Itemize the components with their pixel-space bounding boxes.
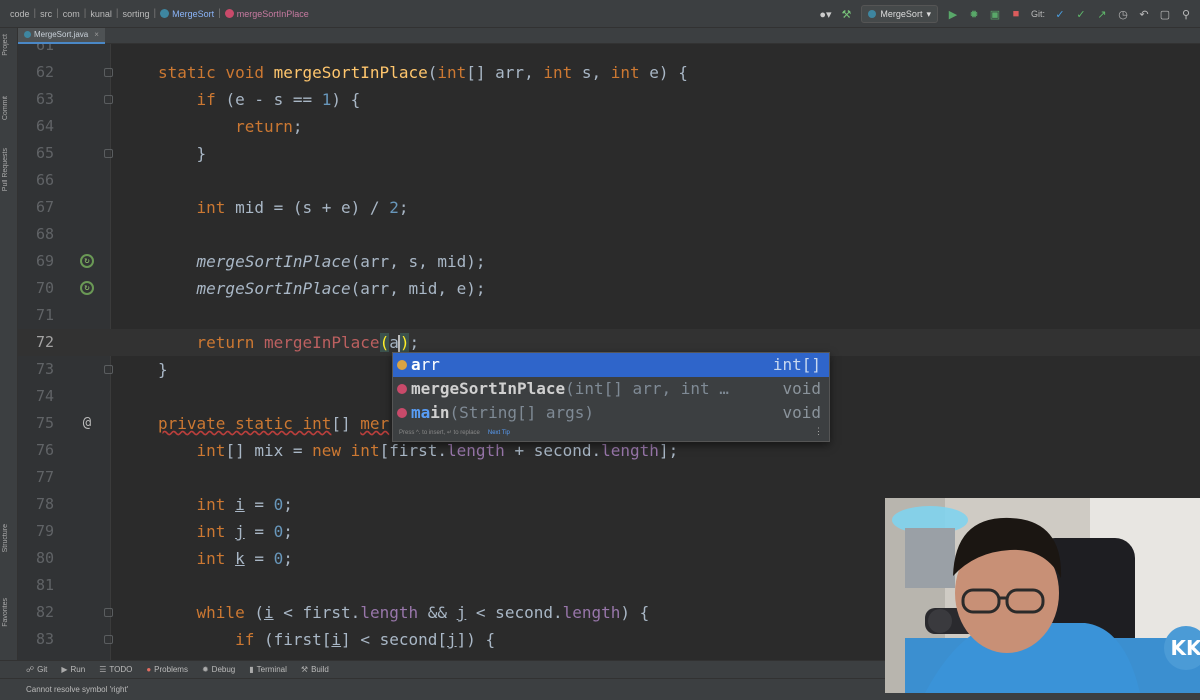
code-line: 70 ↻ mergeSortInPlace(arr, mid, e); [35, 279, 486, 298]
channel-logo: KK [1164, 626, 1200, 670]
recursive-call-icon[interactable]: ↻ [80, 254, 94, 268]
code-line: 63 if (e - s == 1) { [35, 90, 361, 109]
build-tool-button[interactable]: ⚒ Build [301, 665, 329, 674]
recursive-call-icon[interactable]: ↻ [80, 281, 94, 295]
terminal-icon: ▮ [249, 665, 254, 674]
git-push-icon[interactable]: ↗ [1096, 8, 1108, 21]
variable-icon [397, 360, 407, 370]
build-hammer-icon: ⚒ [300, 665, 309, 674]
class-icon [24, 31, 31, 38]
fold-icon[interactable] [104, 149, 113, 158]
rollback-icon[interactable]: ↶ [1138, 8, 1150, 21]
run-icon[interactable]: ▶ [947, 8, 959, 21]
breadcrumb-kunal[interactable]: | kunal [80, 8, 112, 19]
settings-icon[interactable]: ▢ [1159, 8, 1171, 21]
breadcrumb-code[interactable]: code [10, 9, 30, 19]
git-label: Git: [1030, 9, 1045, 19]
code-line: 77 [35, 468, 54, 486]
debug-tool-button[interactable]: ✹ Debug [202, 665, 235, 674]
completion-item-mergesortinplace[interactable]: mergeSortInPlace (int[] arr, int … void [393, 377, 829, 401]
tab-mergesort-java[interactable]: MergeSort.java × [18, 27, 105, 44]
debug-icon[interactable]: ✹ [968, 8, 980, 21]
project-tool-button[interactable]: Project [2, 34, 9, 56]
code-line: 62 static void mergeSortInPlace(int[] arr… [35, 63, 688, 82]
status-message: Cannot resolve symbol 'right' [26, 685, 129, 694]
debug-icon: ✹ [201, 665, 209, 674]
user-icon[interactable]: ●▾ [819, 8, 831, 21]
left-tool-strip: Project Commit Pull Requests Structure F… [0, 28, 18, 660]
close-icon[interactable]: × [94, 30, 99, 39]
chevron-down-icon: ▾ [926, 8, 931, 19]
breadcrumb-src[interactable]: | src [30, 8, 53, 19]
git-branch-icon: ☍ [26, 665, 35, 674]
fold-icon[interactable] [104, 608, 113, 617]
more-options-icon[interactable]: ⋮ [814, 423, 823, 439]
todo-tool-button[interactable]: ☰ TODO [99, 665, 132, 674]
coverage-icon[interactable]: ▣ [989, 8, 1001, 21]
method-icon [397, 384, 407, 394]
code-line: 65 } [35, 144, 207, 163]
git-tool-button[interactable]: ☍ Git [26, 665, 47, 674]
structure-tool-button[interactable]: Structure [2, 524, 9, 552]
git-commit-icon[interactable]: ✓ [1075, 8, 1087, 21]
run-configuration-select[interactable]: MergeSort ▾ [861, 5, 938, 23]
problems-tool-button[interactable]: ● Problems [146, 665, 188, 674]
fold-icon[interactable] [104, 68, 113, 77]
code-line: 67 int mid = (s + e) / 2; [35, 198, 409, 217]
git-update-icon[interactable]: ✓ [1054, 8, 1066, 21]
code-line: 66 [35, 171, 54, 189]
problems-icon: ● [146, 665, 152, 674]
class-icon [868, 10, 877, 18]
autocomplete-popup: a rr int[] mergeSortInPlace (int[] arr, in… [392, 352, 830, 442]
terminal-tool-button[interactable]: ▮ Terminal [249, 665, 287, 674]
navigation-bar: code | src | com | kunal | sorting | MergeSor… [0, 0, 1200, 28]
commit-tool-button[interactable]: Commit [2, 96, 9, 120]
method-icon [224, 9, 234, 18]
breadcrumb-method[interactable]: | mergeSortInPlace [214, 8, 309, 19]
search-icon[interactable]: ⚲ [1180, 8, 1192, 21]
fold-icon[interactable] [104, 365, 113, 374]
run-icon: ▶ [61, 665, 68, 674]
popup-footer: Press ^. to insert, ↵ to replace Next Ti… [393, 425, 829, 441]
list-icon: ☰ [99, 665, 107, 674]
code-line: 71 [35, 306, 54, 324]
webcam-overlay [885, 498, 1200, 693]
editor-tabs: MergeSort.java × [18, 27, 1200, 44]
breadcrumb-class[interactable]: | MergeSort [150, 8, 215, 19]
breadcrumb-sorting[interactable]: | sorting [112, 8, 150, 19]
class-icon [160, 9, 170, 18]
completion-item-arr[interactable]: a rr int[] [393, 353, 829, 377]
run-tool-button[interactable]: ▶ Run [61, 665, 85, 674]
code-line: 61 [35, 44, 54, 54]
code-line: 69 ↻ mergeSortInPlace(arr, s, mid); [35, 252, 486, 271]
history-icon[interactable]: ◷ [1117, 8, 1129, 21]
fold-icon[interactable] [104, 95, 113, 104]
fold-icon[interactable] [104, 635, 113, 644]
code-line: 68 [35, 225, 54, 243]
breadcrumb-com[interactable]: | com [52, 8, 80, 19]
completion-item-main[interactable]: ma in (String[] args) void [393, 401, 829, 425]
annotation-at-icon[interactable]: @ [80, 415, 94, 431]
favorites-tool-button[interactable]: Favorites [2, 598, 9, 627]
method-icon [397, 408, 407, 418]
pull-requests-tool-button[interactable]: Pull Requests [2, 148, 9, 191]
stop-icon[interactable]: ■ [1010, 8, 1022, 20]
build-hammer-icon[interactable]: ⚒ [840, 8, 852, 21]
code-line: 64 return; [35, 117, 303, 136]
toolbar-right: ●▾ ⚒ MergeSort ▾ ▶ ✹ ▣ ■ Git: ✓ ✓ ↗ ◷ ↶ … [819, 0, 1192, 28]
next-tip-link[interactable]: Next Tip [488, 425, 510, 441]
presenter-video-picture [885, 498, 1200, 693]
